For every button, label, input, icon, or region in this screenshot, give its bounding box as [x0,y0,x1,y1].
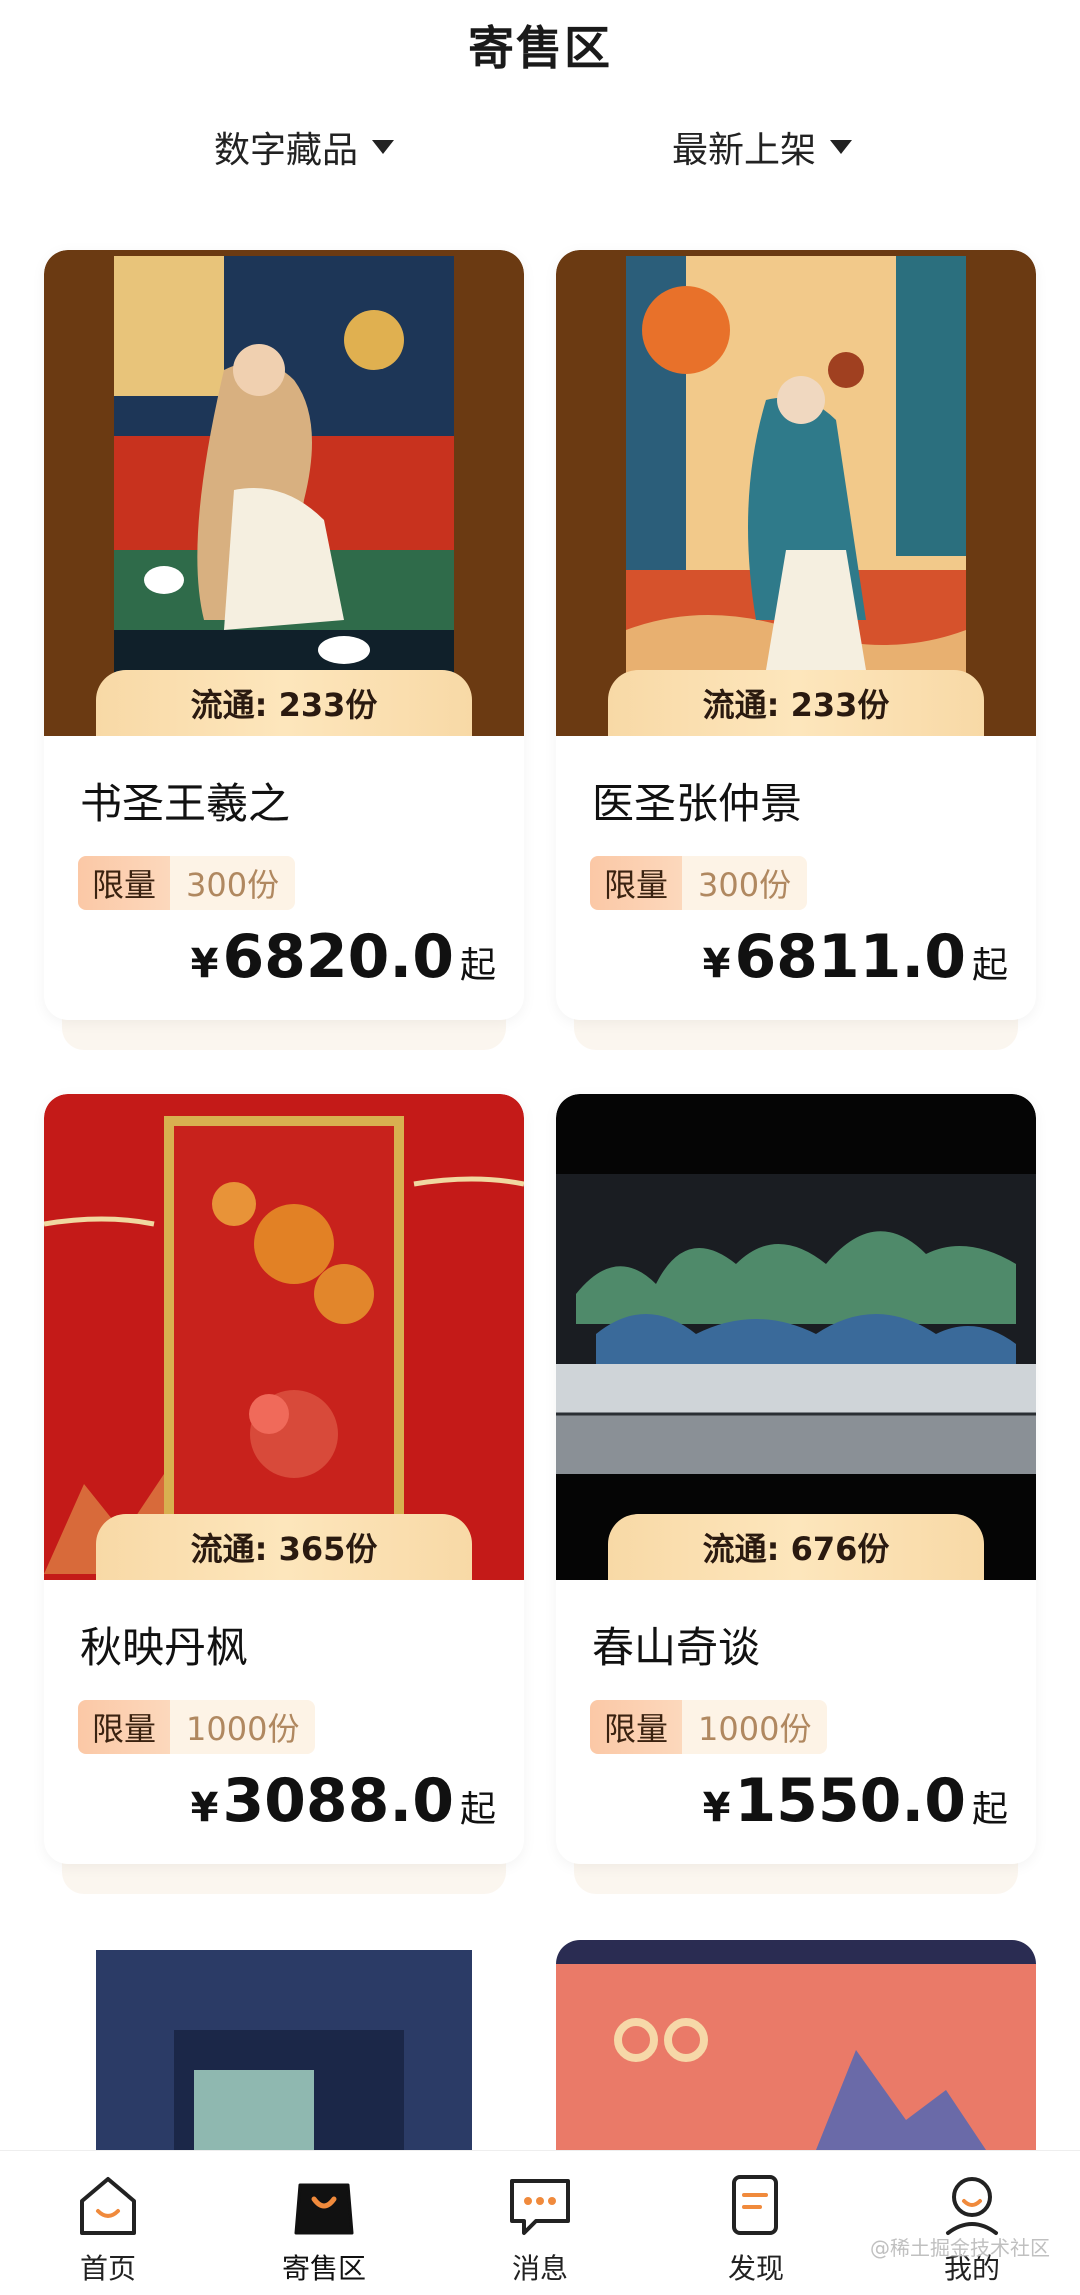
tab-label: 消息 [511,2252,568,2285]
circulation-badge: 流通: 233份 [608,670,984,736]
limit-tag: 限量 [590,856,683,910]
product-image [556,1940,1036,2150]
card-body: 流通: 233份 书圣王羲之 限量 300份 ¥ 6820.0 起 [44,250,524,1020]
tab-discover[interactable]: 发现 [686,2171,826,2295]
price-value: 6811.0 [734,922,966,992]
shopping-bag-icon [294,2183,354,2235]
currency-symbol: ¥ [702,941,731,987]
product-card[interactable]: 流通: 365份 秋映丹枫 限量 1000份 ¥ 3088.0 起 [44,1094,524,1894]
limit-quantity: 300份 [170,856,296,910]
product-name: 秋映丹枫 [80,1623,249,1672]
limit-tag: 限量 [78,1700,171,1754]
limit-badge: 限量 1000份 [590,1700,828,1754]
tab-label: 发现 [727,2252,784,2285]
circulation-badge: 流通: 233份 [96,670,472,736]
circulation-badge: 流通: 676份 [608,1514,984,1580]
product-image [556,250,1036,736]
circulation-badge: 流通: 365份 [96,1514,472,1580]
product-card-partial[interactable] [44,1940,524,2150]
tab-consignment[interactable]: 寄售区 [254,2171,394,2295]
card-body: 流通: 676份 春山奇谈 限量 1000份 ¥ 1550.0 起 [556,1094,1036,1864]
price: ¥ 6820.0 起 [191,922,496,1002]
product-image [556,1094,1036,1580]
price: ¥ 6811.0 起 [703,922,1008,1002]
price: ¥ 1550.0 起 [703,1766,1008,1846]
limit-quantity: 300份 [682,856,808,910]
product-image [44,1940,524,2150]
watermark: @稀土掘金技术社区 [870,2236,1050,2260]
tab-messages[interactable]: 消息 [470,2171,610,2295]
tab-label: 寄售区 [281,2252,366,2285]
home-icon [80,2177,136,2235]
product-name: 书圣王羲之 [80,779,291,828]
discover-icon [732,2175,778,2235]
message-icon [510,2179,570,2235]
price-suffix: 起 [459,945,496,986]
price-value: 6820.0 [222,922,454,992]
limit-badge: 限量 1000份 [78,1700,316,1754]
product-image [44,250,524,736]
currency-symbol: ¥ [190,1785,219,1831]
limit-quantity: 1000份 [170,1700,316,1754]
product-card[interactable]: 流通: 676份 春山奇谈 限量 1000份 ¥ 1550.0 起 [556,1094,1036,1894]
limit-badge: 限量 300份 [590,856,808,910]
product-card-partial[interactable] [556,1940,1036,2150]
limit-badge: 限量 300份 [78,856,296,910]
limit-tag: 限量 [78,856,171,910]
product-name: 医圣张仲景 [592,779,803,828]
tab-home[interactable]: 首页 [38,2171,178,2295]
product-grid: 流通: 233份 书圣王羲之 限量 300份 ¥ 6820.0 起 流通: 23… [0,0,1080,2150]
product-card[interactable]: 流通: 233份 书圣王羲之 限量 300份 ¥ 6820.0 起 [44,250,524,1050]
bottom-tab-bar: 首页 寄售区 消息 发现 我的 [0,2150,1080,2295]
tab-label: 首页 [79,2252,136,2285]
limit-quantity: 1000份 [682,1700,828,1754]
price-suffix: 起 [459,1789,496,1830]
price-value: 3088.0 [222,1766,454,1836]
card-body: 流通: 233份 医圣张仲景 限量 300份 ¥ 6811.0 起 [556,250,1036,1020]
price-suffix: 起 [971,1789,1008,1830]
product-image [44,1094,524,1580]
product-card[interactable]: 流通: 233份 医圣张仲景 限量 300份 ¥ 6811.0 起 [556,250,1036,1050]
limit-tag: 限量 [590,1700,683,1754]
price: ¥ 3088.0 起 [191,1766,496,1846]
card-body: 流通: 365份 秋映丹枫 限量 1000份 ¥ 3088.0 起 [44,1094,524,1864]
currency-symbol: ¥ [190,941,219,987]
product-name: 春山奇谈 [592,1623,761,1672]
price-suffix: 起 [971,945,1008,986]
profile-icon [946,2177,998,2235]
currency-symbol: ¥ [702,1785,731,1831]
price-value: 1550.0 [734,1766,966,1836]
